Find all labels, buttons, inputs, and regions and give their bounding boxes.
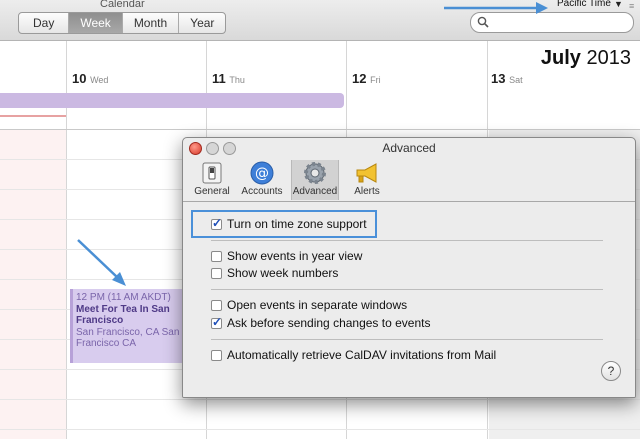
svg-text:@: @ bbox=[255, 166, 269, 182]
day-header-wed: 10 Wed bbox=[72, 71, 109, 86]
event-title: Meet For Tea In San Francisco bbox=[76, 303, 170, 327]
tab-general[interactable]: General bbox=[189, 160, 235, 200]
section-divider bbox=[211, 289, 603, 290]
view-week-button[interactable]: Week bbox=[68, 13, 122, 33]
advanced-pane: Turn on time zone support Show events in… bbox=[183, 202, 635, 397]
event-location: San Francisco, CA San Francisco CA bbox=[76, 326, 180, 350]
timezone-dropdown-icon[interactable]: ▼ bbox=[614, 0, 623, 9]
option-time-zone-support[interactable]: Turn on time zone support bbox=[211, 216, 367, 231]
help-button[interactable]: ? bbox=[601, 361, 621, 381]
option-show-events-year-view[interactable]: Show events in year view bbox=[211, 249, 362, 263]
day-header-sat: 13 Sat bbox=[491, 71, 523, 86]
switch-icon bbox=[189, 160, 235, 186]
resize-grip-icon: ≡ bbox=[629, 1, 635, 11]
checkbox-checked[interactable] bbox=[211, 315, 222, 329]
view-month-button[interactable]: Month bbox=[121, 13, 178, 33]
checkbox[interactable] bbox=[211, 299, 222, 311]
at-sign-icon: @ bbox=[239, 160, 285, 186]
checkbox[interactable] bbox=[211, 250, 222, 262]
today-column-shade bbox=[0, 129, 66, 439]
month-year-title: July 2013 bbox=[541, 47, 631, 70]
tab-accounts[interactable]: @ Accounts bbox=[239, 160, 285, 200]
view-year-button[interactable]: Year bbox=[178, 13, 225, 33]
megaphone-icon bbox=[344, 160, 390, 186]
day-header-fri: 12 Fri bbox=[352, 71, 381, 86]
advanced-preferences-window: Advanced General @ Accounts Advanced Ale… bbox=[182, 137, 636, 398]
view-selector: Day Week Month Year bbox=[18, 12, 227, 34]
option-show-week-numbers[interactable]: Show week numbers bbox=[211, 266, 338, 280]
calendar-event[interactable]: 12 PM (11 AM AKDT) Meet For Tea In San F… bbox=[70, 289, 184, 363]
hour-line bbox=[0, 429, 640, 430]
all-day-event-bar[interactable] bbox=[0, 93, 344, 108]
hour-line bbox=[0, 399, 640, 400]
checkbox[interactable] bbox=[211, 267, 222, 279]
option-ask-before-sending[interactable]: Ask before sending changes to events bbox=[211, 315, 430, 330]
event-time: 12 PM (11 AM AKDT) bbox=[76, 292, 171, 303]
section-divider bbox=[211, 240, 603, 241]
view-day-button[interactable]: Day bbox=[19, 13, 68, 33]
timezone-menu[interactable]: Pacific Time bbox=[557, 0, 611, 9]
all-day-divider bbox=[0, 129, 640, 130]
annotation-arrow-icon bbox=[77, 239, 126, 286]
annotation-arrow-icon bbox=[444, 2, 548, 14]
gear-icon bbox=[292, 160, 338, 186]
tab-advanced[interactable]: Advanced bbox=[291, 160, 339, 200]
day-header-thu: 11 Thu bbox=[212, 71, 245, 86]
option-separate-windows[interactable]: Open events in separate windows bbox=[211, 298, 407, 312]
dialog-title: Advanced bbox=[382, 141, 436, 155]
current-time-indicator bbox=[0, 115, 66, 117]
checkbox-checked[interactable] bbox=[211, 216, 222, 230]
search-icon bbox=[477, 16, 489, 28]
tab-alerts[interactable]: Alerts bbox=[344, 160, 390, 200]
checkbox[interactable] bbox=[211, 349, 222, 361]
year-label: 2013 bbox=[586, 47, 632, 69]
month-label: July bbox=[540, 47, 581, 69]
section-divider bbox=[211, 339, 603, 340]
option-retrieve-caldav[interactable]: Automatically retrieve CalDAV invitation… bbox=[211, 348, 496, 362]
window-title: Calendar bbox=[100, 0, 145, 10]
